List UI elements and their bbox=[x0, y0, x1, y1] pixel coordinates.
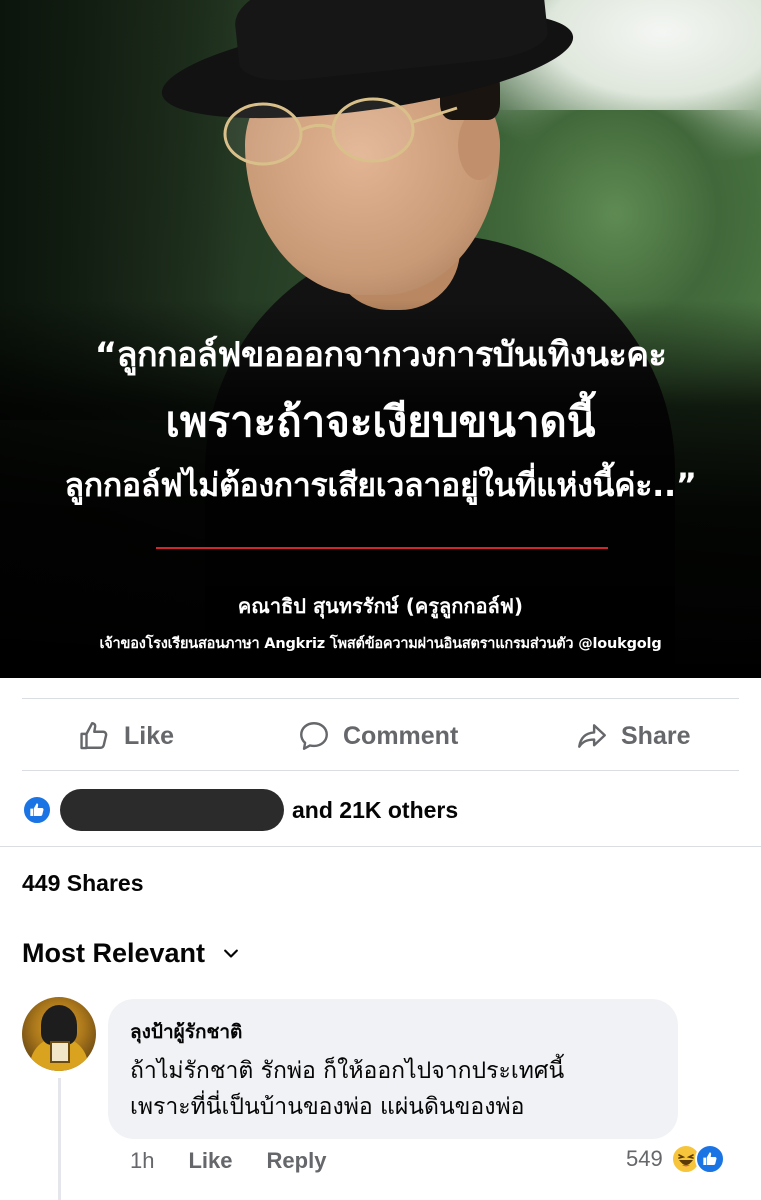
quote-line-1: “ลูกกอล์ฟขอออกจากวงการบันเทิงนะคะ bbox=[94, 335, 667, 375]
comment-sort-dropdown[interactable]: Most Relevant bbox=[22, 938, 241, 969]
share-count[interactable]: 449 Shares bbox=[22, 870, 143, 897]
avatar[interactable] bbox=[22, 997, 96, 1071]
like-icon bbox=[22, 795, 52, 825]
share-icon bbox=[578, 724, 606, 748]
thread-line bbox=[58, 1078, 61, 1200]
divider bbox=[22, 770, 739, 771]
sort-label: Most Relevant bbox=[22, 938, 206, 968]
comment-button[interactable]: Comment bbox=[297, 712, 458, 760]
glasses-shape bbox=[223, 97, 458, 166]
like-icon bbox=[694, 1144, 725, 1174]
quote-line-3: ลูกกอล์ฟไม่ต้องการเสียเวลาอยู่ในที่แห่งน… bbox=[64, 466, 697, 504]
redacted-names bbox=[60, 789, 284, 831]
comment-line-2: เพราะที่นี่เป็นบ้านของพ่อ แผ่นดินของพ่อ bbox=[130, 1094, 525, 1120]
red-divider bbox=[156, 547, 608, 549]
divider bbox=[0, 846, 761, 847]
comment-reply-button[interactable]: Reply bbox=[267, 1148, 327, 1174]
quote-text: “ลูกกอล์ฟขอออกจากวงการบันเทิงนะคะ เพราะถ… bbox=[0, 332, 761, 508]
post-image[interactable]: “ลูกกอล์ฟขอออกจากวงการบันเทิงนะคะ เพราะถ… bbox=[0, 0, 761, 678]
comment-author[interactable]: ลุงป้าผู้รักชาติ bbox=[130, 1017, 656, 1047]
reaction-summary[interactable]: and 21K others bbox=[22, 789, 459, 831]
quote-author: คณาธิป สุนทรรักษ์ (ครูลูกกอล์ฟ) bbox=[237, 594, 524, 618]
comment-time[interactable]: 1h bbox=[130, 1148, 154, 1174]
image-caption: เจ้าของโรงเรียนสอนภาษา Angkriz โพสต์ข้อค… bbox=[99, 636, 662, 652]
comment-reactions[interactable]: 549 bbox=[626, 1144, 725, 1174]
comment-label: Comment bbox=[343, 721, 459, 750]
divider bbox=[22, 698, 739, 699]
comment-reaction-count: 549 bbox=[626, 1146, 663, 1171]
comment-icon bbox=[300, 722, 328, 750]
reaction-count-text: and 21K others bbox=[292, 796, 459, 823]
comment-like-button[interactable]: Like bbox=[188, 1148, 232, 1174]
quote-line-2: เพราะถ้าจะเงียบขนาดนี้ bbox=[165, 397, 596, 446]
comment-bubble: ลุงป้าผู้รักชาติ ถ้าไม่รักชาติ รักพ่อ ก็… bbox=[108, 999, 678, 1139]
like-button[interactable]: Like bbox=[78, 712, 174, 760]
comment-meta: 1h Like Reply bbox=[130, 1148, 360, 1174]
thumbs-up-icon bbox=[80, 722, 108, 750]
share-label: Share bbox=[621, 721, 691, 750]
like-label: Like bbox=[124, 721, 175, 750]
comment-text: ถ้าไม่รักชาติ รักพ่อ ก็ให้ออกไปจากประเทศ… bbox=[130, 1053, 656, 1125]
chevron-down-icon bbox=[224, 949, 238, 958]
comment-line-1: ถ้าไม่รักชาติ รักพ่อ ก็ให้ออกไปจากประเทศ… bbox=[130, 1058, 565, 1084]
post-action-bar: Like Comment Share bbox=[0, 712, 761, 760]
share-button[interactable]: Share bbox=[575, 712, 690, 760]
